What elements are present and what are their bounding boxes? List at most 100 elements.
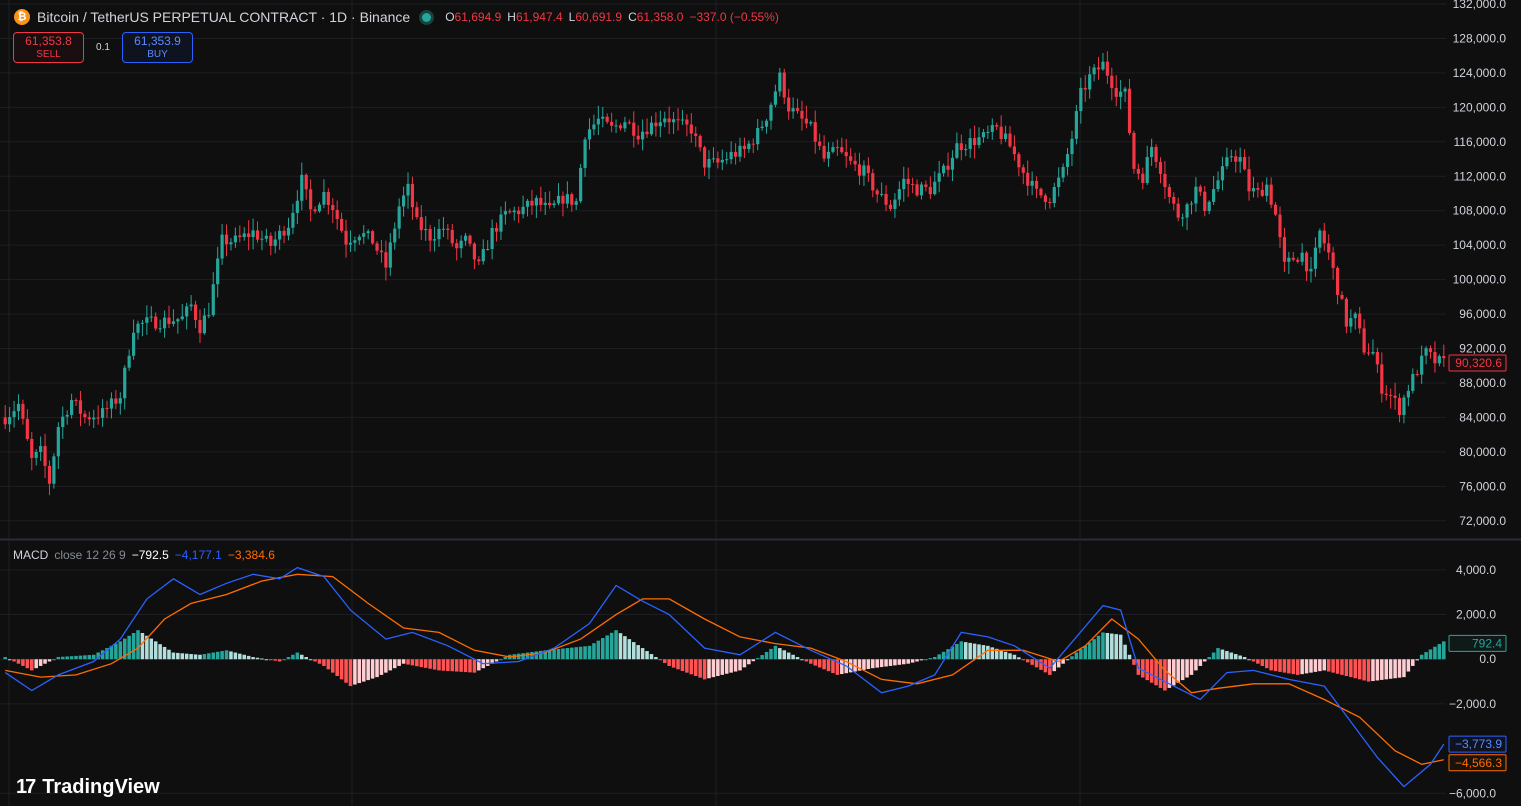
candle-body <box>220 234 224 259</box>
histogram-bar <box>1397 659 1402 678</box>
candle-body <box>508 211 512 213</box>
histogram-bar <box>570 647 574 660</box>
candle-body <box>702 147 707 168</box>
histogram-bar <box>406 659 410 665</box>
last-price-badge: 90,320.6 <box>1455 356 1502 370</box>
candle-body <box>109 398 114 409</box>
candle-body <box>999 126 1003 139</box>
candle-body <box>92 417 96 420</box>
histogram-bar <box>1220 649 1225 660</box>
candle-body <box>1225 157 1229 167</box>
candle-body <box>818 141 822 146</box>
candle-body <box>698 136 702 148</box>
histogram-bar <box>300 654 304 660</box>
histogram-bar <box>202 654 207 660</box>
candle-body <box>596 118 600 125</box>
candle-body <box>1384 393 1388 395</box>
candle-body <box>716 158 720 163</box>
sell-button[interactable]: 61,353.8 SELL <box>13 32 84 63</box>
histogram-bar <box>1384 659 1389 680</box>
candle-body <box>1110 75 1114 88</box>
candle-body <box>919 184 924 196</box>
candle-body <box>942 165 946 174</box>
histogram-bar <box>1074 652 1079 660</box>
tradingview-logo[interactable]: 17 TradingView <box>16 776 160 799</box>
candle-body <box>764 120 769 127</box>
candle-body <box>255 230 260 240</box>
histogram-bar <box>344 659 348 683</box>
histogram-bar <box>1101 632 1105 660</box>
candle-body <box>322 192 326 205</box>
macd-tick-label: 4,000.0 <box>1456 563 1496 577</box>
candle-body <box>990 125 994 132</box>
histogram-bar <box>1105 632 1110 660</box>
candle-body <box>986 131 990 133</box>
candle-body <box>357 236 361 241</box>
histogram-bar <box>963 642 968 660</box>
histogram-bar <box>685 659 689 673</box>
symbol-title[interactable]: Bitcoin / TetherUS PERPETUAL CONTRACT · … <box>37 9 410 25</box>
histogram-bar <box>1322 659 1327 671</box>
histogram-bar <box>654 657 658 660</box>
histogram-bar <box>658 659 663 661</box>
histogram-bar <box>636 645 640 660</box>
histogram-bar <box>1216 648 1220 660</box>
histogram-bar <box>313 659 317 662</box>
macd-tick-label: −6,000.0 <box>1449 786 1496 800</box>
candle-body <box>539 197 543 205</box>
candle-body <box>1420 355 1424 375</box>
candle-body <box>52 456 56 484</box>
histogram-bar <box>618 633 623 660</box>
candle-body <box>83 413 87 418</box>
price-tick-label: 72,000.0 <box>1459 514 1506 528</box>
histogram-bar <box>556 648 561 660</box>
candle-body <box>136 323 140 333</box>
candle-body <box>70 400 74 415</box>
candle-body <box>831 147 835 152</box>
candle-body <box>162 317 167 329</box>
candle-body <box>1366 352 1371 354</box>
histogram-bar <box>1357 659 1362 680</box>
histogram-bar <box>410 659 415 666</box>
candle-body <box>888 204 893 209</box>
histogram-bar <box>879 659 884 668</box>
candle-body <box>1167 187 1171 197</box>
candle-body <box>202 315 206 334</box>
candle-body <box>193 304 198 321</box>
histogram-bar <box>366 659 370 681</box>
candle-body <box>1428 348 1433 352</box>
histogram-bar <box>897 659 902 665</box>
histogram-bar <box>1123 644 1127 660</box>
price-axis[interactable]: 72,000.0 76,000.0 80,000.0 84,000.0 88,000.0… <box>1453 0 1507 528</box>
histogram-bar <box>1419 654 1424 660</box>
candle-body <box>441 228 446 230</box>
histogram-bar <box>910 659 915 663</box>
chart-canvas[interactable]: 72,000.0 76,000.0 80,000.0 84,000.0 88,000.0… <box>0 0 1521 806</box>
histogram-bar <box>1025 659 1030 663</box>
candle-body <box>1088 74 1092 90</box>
histogram-bar <box>428 659 432 669</box>
candle-body <box>800 110 804 119</box>
histogram-bar <box>906 659 910 664</box>
candle-body <box>853 160 857 165</box>
candle-body <box>680 119 685 121</box>
histogram-bar <box>260 658 264 660</box>
macd-legend[interactable]: MACD close 12 26 9 −792.5 −4,177.1 −3,38… <box>13 548 275 562</box>
candle-body <box>1362 328 1366 353</box>
histogram-bar <box>220 651 224 660</box>
symbol-header[interactable]: ₿ Bitcoin / TetherUS PERPETUAL CONTRACT … <box>14 7 779 27</box>
candle-body <box>685 119 689 125</box>
histogram-bar <box>919 659 924 661</box>
candle-body <box>490 227 494 250</box>
candle-body <box>1335 267 1340 295</box>
buy-button[interactable]: 61,353.9 BUY <box>122 32 193 63</box>
histogram-bar <box>308 659 313 661</box>
candle-body <box>906 178 910 184</box>
histogram-bar <box>1185 659 1189 678</box>
histogram-bar <box>397 659 401 666</box>
histogram-bar <box>1207 657 1211 660</box>
candle-body <box>1291 257 1295 260</box>
candle-body <box>198 320 202 334</box>
candle-body <box>167 317 171 324</box>
candle-body <box>309 189 313 210</box>
